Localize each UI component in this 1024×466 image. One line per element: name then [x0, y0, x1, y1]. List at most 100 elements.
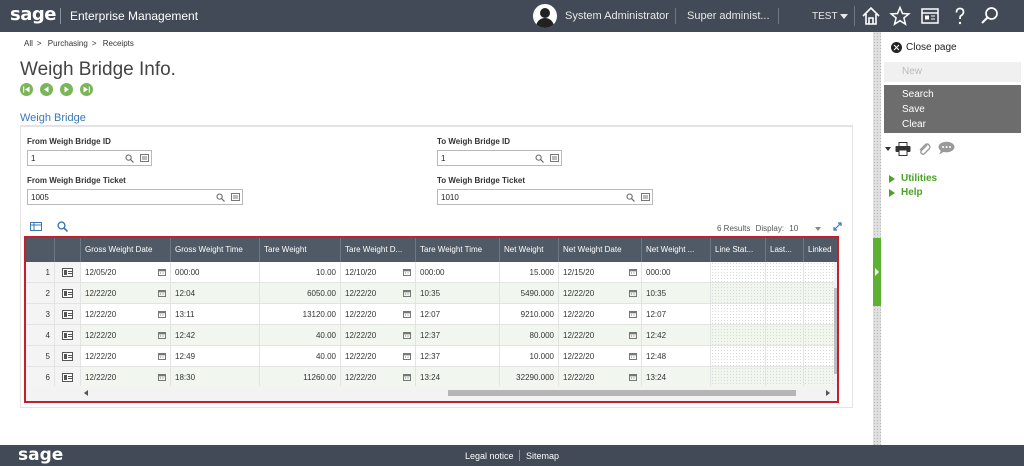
- cell-line-status[interactable]: [711, 325, 766, 346]
- calendar-icon[interactable]: [403, 310, 411, 318]
- cell-net-weight-time[interactable]: 12:42: [642, 325, 711, 346]
- search-button[interactable]: Search: [902, 89, 934, 100]
- calendar-icon[interactable]: [629, 373, 637, 381]
- cell-gross-weight-time[interactable]: 13:11: [171, 304, 260, 325]
- row-detail-icon[interactable]: [62, 352, 73, 361]
- cell-tare-weight[interactable]: 40.00: [260, 325, 341, 346]
- calendar-icon[interactable]: [158, 352, 166, 360]
- cell-tare-weight-time[interactable]: 000:00: [416, 262, 500, 283]
- user-role[interactable]: Super administ...: [687, 10, 770, 22]
- cell-gross-weight-time[interactable]: 18:30: [171, 367, 260, 388]
- cell-net-weight-date[interactable]: 12/22/20: [559, 346, 642, 367]
- table-row[interactable]: 2 12/22/20 12:04 6050.00 12/22/20 10:35 5490.0…: [26, 283, 837, 304]
- calendar-icon[interactable]: [629, 352, 637, 360]
- row-detail-icon[interactable]: [62, 373, 73, 382]
- legal-notice-link[interactable]: Legal notice: [465, 451, 514, 461]
- column-header-net-weight[interactable]: Net Weight: [500, 238, 559, 262]
- cell-last[interactable]: [766, 367, 804, 388]
- from-id-value[interactable]: 1: [31, 154, 35, 163]
- folder-selector[interactable]: TEST: [812, 11, 838, 22]
- search-icon[interactable]: [535, 154, 544, 163]
- grid-settings-icon[interactable]: [30, 222, 42, 231]
- table-row[interactable]: 5 12/22/20 12:49 40.00 12/22/20 12:37 10.000 12…: [26, 346, 837, 367]
- calendar-icon[interactable]: [158, 331, 166, 339]
- list-icon[interactable]: [140, 154, 149, 162]
- from-ticket-field[interactable]: 1005: [27, 189, 243, 205]
- to-ticket-field[interactable]: 1010: [437, 189, 653, 205]
- list-icon[interactable]: [231, 193, 240, 201]
- cell-gross-weight-time[interactable]: 12:04: [171, 283, 260, 304]
- cell-net-weight[interactable]: 32290.000: [500, 367, 559, 388]
- row-action[interactable]: [55, 262, 81, 283]
- cell-tare-weight-date[interactable]: 12/10/20: [341, 262, 416, 283]
- cell-net-weight-time[interactable]: 12:07: [642, 304, 711, 325]
- cell-tare-weight[interactable]: 10.00: [260, 262, 341, 283]
- save-button[interactable]: Save: [902, 104, 925, 115]
- calendar-icon[interactable]: [158, 289, 166, 297]
- last-record-button[interactable]: [80, 83, 93, 96]
- cell-tare-weight-date[interactable]: 12/22/20: [341, 367, 416, 388]
- column-header-linked[interactable]: Linked: [804, 238, 837, 262]
- calendar-icon[interactable]: [629, 268, 637, 276]
- cell-gross-weight-time[interactable]: 12:42: [171, 325, 260, 346]
- new-button[interactable]: New: [884, 62, 1021, 82]
- list-icon[interactable]: [641, 193, 650, 201]
- cell-tare-weight-time[interactable]: 12:07: [416, 304, 500, 325]
- cell-gross-weight-date[interactable]: 12/22/20: [81, 346, 171, 367]
- column-header-tare-weight[interactable]: Tare Weight: [260, 238, 341, 262]
- row-detail-icon[interactable]: [62, 268, 73, 277]
- cell-tare-weight[interactable]: 6050.00: [260, 283, 341, 304]
- star-icon[interactable]: [889, 5, 911, 27]
- cell-net-weight[interactable]: 10.000: [500, 346, 559, 367]
- breadcrumb-receipts[interactable]: Receipts: [103, 39, 134, 48]
- next-record-button[interactable]: [60, 83, 73, 96]
- cell-net-weight-date[interactable]: 12/22/20: [559, 325, 642, 346]
- scrollbar-thumb[interactable]: [448, 390, 796, 396]
- column-header-tare-weight-date[interactable]: Tare Weight D...: [341, 238, 416, 262]
- horizontal-scrollbar[interactable]: [26, 386, 837, 401]
- cell-tare-weight-time[interactable]: 12:37: [416, 325, 500, 346]
- help-icon[interactable]: [949, 5, 971, 27]
- calendar-icon[interactable]: [403, 352, 411, 360]
- column-header-gross-weight-date[interactable]: Gross Weight Date: [81, 238, 171, 262]
- display-value[interactable]: 10: [789, 224, 798, 233]
- vertical-scrollbar[interactable]: [834, 262, 837, 386]
- cell-tare-weight-time[interactable]: 12:37: [416, 346, 500, 367]
- scroll-right-icon[interactable]: [826, 390, 830, 396]
- cell-line-status[interactable]: [711, 304, 766, 325]
- scrollbar-thumb[interactable]: [834, 288, 837, 374]
- cell-gross-weight-date[interactable]: 12/22/20: [81, 325, 171, 346]
- row-detail-icon[interactable]: [62, 331, 73, 340]
- search-icon[interactable]: [626, 193, 635, 202]
- first-record-button[interactable]: [20, 83, 33, 96]
- attach-icon[interactable]: [917, 142, 931, 156]
- cell-tare-weight-date[interactable]: 12/22/20: [341, 325, 416, 346]
- cell-net-weight-time[interactable]: 13:24: [642, 367, 711, 388]
- column-header-line-status[interactable]: Line Stat...: [711, 238, 766, 262]
- utilities-label[interactable]: Utilities: [901, 173, 937, 184]
- cell-tare-weight[interactable]: 40.00: [260, 346, 341, 367]
- chevron-down-icon[interactable]: [885, 147, 891, 151]
- column-header-last[interactable]: Last...: [766, 238, 804, 262]
- search-icon[interactable]: [125, 154, 134, 163]
- cell-tare-weight-date[interactable]: 12/22/20: [341, 304, 416, 325]
- cell-tare-weight[interactable]: 11260.00: [260, 367, 341, 388]
- cell-net-weight-date[interactable]: 12/22/20: [559, 304, 642, 325]
- search-icon[interactable]: [216, 193, 225, 202]
- search-icon[interactable]: [57, 221, 68, 232]
- row-action[interactable]: [55, 325, 81, 346]
- row-action[interactable]: [55, 346, 81, 367]
- cell-gross-weight-date[interactable]: 12/22/20: [81, 367, 171, 388]
- column-header-net-weight-time[interactable]: Net Weight ...: [642, 238, 711, 262]
- cell-last[interactable]: [766, 262, 804, 283]
- row-detail-icon[interactable]: [62, 310, 73, 319]
- table-row[interactable]: 1 12/05/20 000:00 10.00 12/10/20 000:00 15.000…: [26, 262, 837, 283]
- row-action[interactable]: [55, 304, 81, 325]
- home-icon[interactable]: [860, 5, 882, 27]
- cell-last[interactable]: [766, 304, 804, 325]
- cell-gross-weight-date[interactable]: 12/22/20: [81, 283, 171, 304]
- clear-button[interactable]: Clear: [902, 119, 926, 130]
- to-id-value[interactable]: 1: [441, 154, 445, 163]
- print-icon[interactable]: [895, 142, 911, 156]
- calendar-icon[interactable]: [403, 289, 411, 297]
